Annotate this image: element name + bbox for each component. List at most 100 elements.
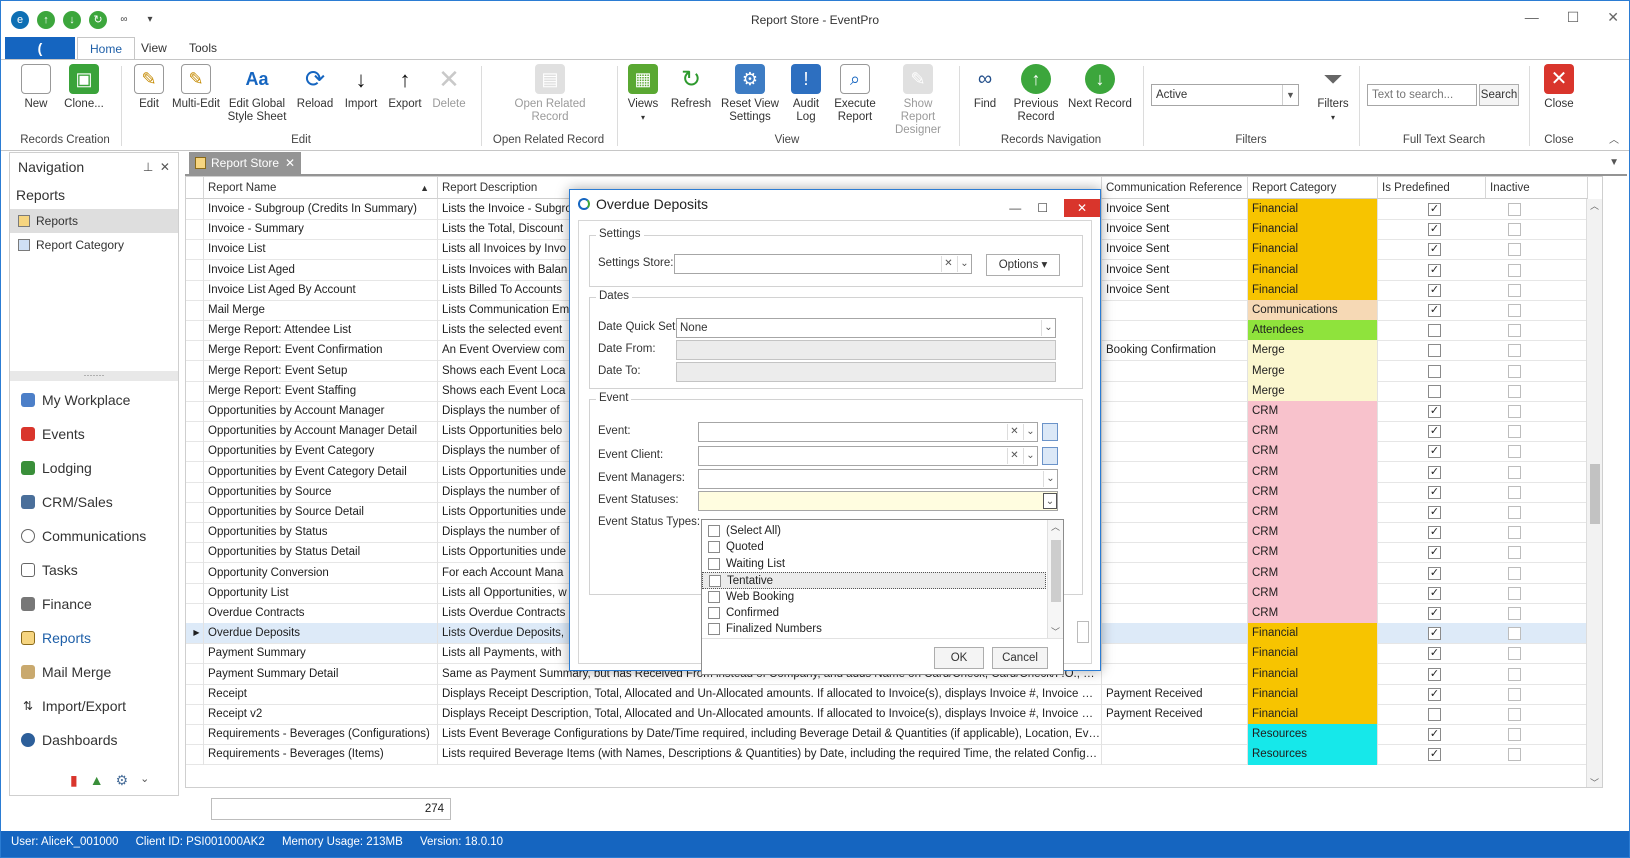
pane-splitter[interactable]: ·······	[10, 371, 178, 381]
module-communications[interactable]: Communications	[10, 519, 178, 553]
cancel-button[interactable]: Cancel	[992, 647, 1048, 669]
row-indicator[interactable]	[186, 704, 204, 725]
inactive-checkbox[interactable]	[1508, 283, 1521, 297]
row-indicator[interactable]	[186, 279, 204, 301]
status-option[interactable]: (Select All)	[702, 523, 1046, 540]
minimize-icon[interactable]: —	[1009, 194, 1021, 222]
row-indicator[interactable]	[186, 643, 204, 665]
clear-x-icon[interactable]: ✕	[1007, 424, 1021, 440]
row-indicator[interactable]	[186, 401, 204, 422]
row-indicator[interactable]	[186, 340, 204, 362]
is-predefined-checkbox[interactable]: ✓	[1428, 506, 1441, 519]
option-checkbox[interactable]	[708, 607, 720, 619]
row-indicator[interactable]	[186, 421, 204, 443]
is-predefined-checkbox[interactable]	[1428, 324, 1441, 338]
row-indicator[interactable]	[186, 259, 204, 281]
chevron-down-icon[interactable]: ▼	[1282, 85, 1298, 105]
reload-button[interactable]: ⟳ Reload	[295, 64, 335, 111]
option-checkbox[interactable]	[709, 575, 721, 588]
inactive-checkbox[interactable]	[1508, 546, 1521, 560]
chevron-down-icon[interactable]: ⌄	[1023, 424, 1037, 440]
column-header-inactive[interactable]: Inactive	[1486, 177, 1588, 199]
is-predefined-checkbox[interactable]: ✓	[1428, 304, 1441, 317]
is-predefined-checkbox[interactable]: ✓	[1428, 263, 1441, 277]
chevron-down-icon[interactable]: ⌄	[1043, 493, 1057, 509]
inactive-checkbox[interactable]	[1508, 465, 1521, 479]
tab-list-dropdown-icon[interactable]: ▼	[1609, 157, 1619, 168]
module-events[interactable]: Events	[10, 417, 178, 451]
close-icon[interactable]: ✕	[1064, 199, 1100, 217]
tab-home[interactable]: Home	[77, 37, 136, 60]
inactive-checkbox[interactable]	[1508, 485, 1521, 499]
module-import-export[interactable]: ⇅ Import/Export	[10, 689, 178, 723]
inactive-checkbox[interactable]	[1508, 304, 1521, 317]
row-indicator[interactable]	[186, 360, 204, 382]
edit-button[interactable]: ✎ Edit	[131, 64, 167, 111]
is-predefined-checkbox[interactable]	[1428, 384, 1441, 398]
row-indicator[interactable]	[186, 663, 204, 685]
event-statuses-select[interactable]: ⌄	[698, 491, 1058, 511]
status-option[interactable]: Finalized Numbers	[702, 621, 1046, 638]
status-option[interactable]: Web Booking	[702, 589, 1046, 606]
chevron-down-icon[interactable]: ⌄	[1043, 471, 1057, 487]
scroll-up-icon[interactable]: ︿	[1048, 520, 1063, 533]
ok-button[interactable]: OK	[934, 647, 984, 669]
scroll-down-icon[interactable]: ﹀	[1048, 625, 1063, 638]
inactive-checkbox[interactable]	[1508, 566, 1521, 580]
is-predefined-checkbox[interactable]: ✓	[1428, 647, 1441, 661]
option-checkbox[interactable]	[708, 623, 720, 636]
column-header-report-category[interactable]: Report Category	[1248, 177, 1378, 199]
audit-log-button[interactable]: ! Audit Log	[787, 64, 825, 124]
module-mail-merge[interactable]: Mail Merge	[10, 655, 178, 689]
is-predefined-checkbox[interactable]: ✓	[1428, 607, 1441, 620]
row-indicator[interactable]	[186, 380, 204, 402]
document-tab-report-store[interactable]: Report Store ✕	[189, 152, 301, 174]
row-indicator[interactable]	[186, 522, 204, 544]
row-indicator[interactable]	[186, 603, 204, 624]
is-predefined-checkbox[interactable]: ✓	[1428, 586, 1441, 600]
previous-record-button[interactable]: ↑ Previous Record	[1011, 64, 1061, 124]
is-predefined-checkbox[interactable]	[1428, 364, 1441, 378]
module-tasks[interactable]: Tasks	[10, 553, 178, 587]
inactive-checkbox[interactable]	[1508, 586, 1521, 600]
application-menu-button[interactable]: (	[5, 37, 75, 59]
column-header-is-predefined[interactable]: Is Predefined	[1378, 177, 1486, 199]
event-client-input[interactable]: ✕ ⌄	[698, 446, 1038, 466]
inactive-checkbox[interactable]	[1508, 687, 1521, 701]
scroll-down-icon[interactable]: ﹀	[1587, 776, 1602, 787]
tab-tools[interactable]: Tools	[177, 37, 229, 60]
is-predefined-checkbox[interactable]: ✓	[1428, 405, 1441, 418]
is-predefined-checkbox[interactable]: ✓	[1428, 203, 1441, 216]
status-option[interactable]: Tentative	[702, 572, 1046, 590]
row-indicator[interactable]	[186, 441, 204, 463]
is-predefined-checkbox[interactable]: ✓	[1428, 526, 1441, 540]
status-option[interactable]: Confirmed	[702, 605, 1046, 622]
is-predefined-checkbox[interactable]: ✓	[1428, 223, 1441, 237]
row-indicator[interactable]	[186, 542, 204, 564]
date-to-input[interactable]	[676, 362, 1056, 382]
row-indicator[interactable]	[186, 320, 204, 342]
module-lodging[interactable]: Lodging	[10, 451, 178, 485]
inactive-checkbox[interactable]	[1508, 263, 1521, 277]
collapse-ribbon-icon[interactable]: ︿	[1609, 131, 1619, 146]
row-indicator[interactable]	[186, 582, 204, 604]
is-predefined-checkbox[interactable]: ✓	[1428, 667, 1441, 681]
inactive-checkbox[interactable]	[1508, 425, 1521, 439]
scroll-up-icon[interactable]: ︿	[1587, 199, 1602, 212]
close-tab-icon[interactable]: ✕	[285, 152, 295, 174]
tab-view[interactable]: View	[129, 37, 179, 60]
inactive-checkbox[interactable]	[1508, 405, 1521, 418]
chevron-down-icon[interactable]: ⌄	[1023, 448, 1037, 464]
option-checkbox[interactable]	[708, 557, 720, 570]
inactive-checkbox[interactable]	[1508, 384, 1521, 398]
chevron-down-icon[interactable]: ⌄	[1041, 320, 1055, 336]
table-row[interactable]: Receipt v2 Displays Receipt Description, …	[186, 704, 1602, 725]
is-predefined-checkbox[interactable]: ✓	[1428, 687, 1441, 701]
export-button[interactable]: ↑ Export	[385, 64, 425, 111]
is-predefined-checkbox[interactable]: ✓	[1428, 748, 1441, 762]
next-record-button[interactable]: ↓ Next Record	[1065, 64, 1135, 111]
inactive-checkbox[interactable]	[1508, 526, 1521, 540]
is-predefined-checkbox[interactable]: ✓	[1428, 566, 1441, 580]
row-indicator[interactable]	[186, 199, 204, 220]
inactive-checkbox[interactable]	[1508, 445, 1521, 459]
